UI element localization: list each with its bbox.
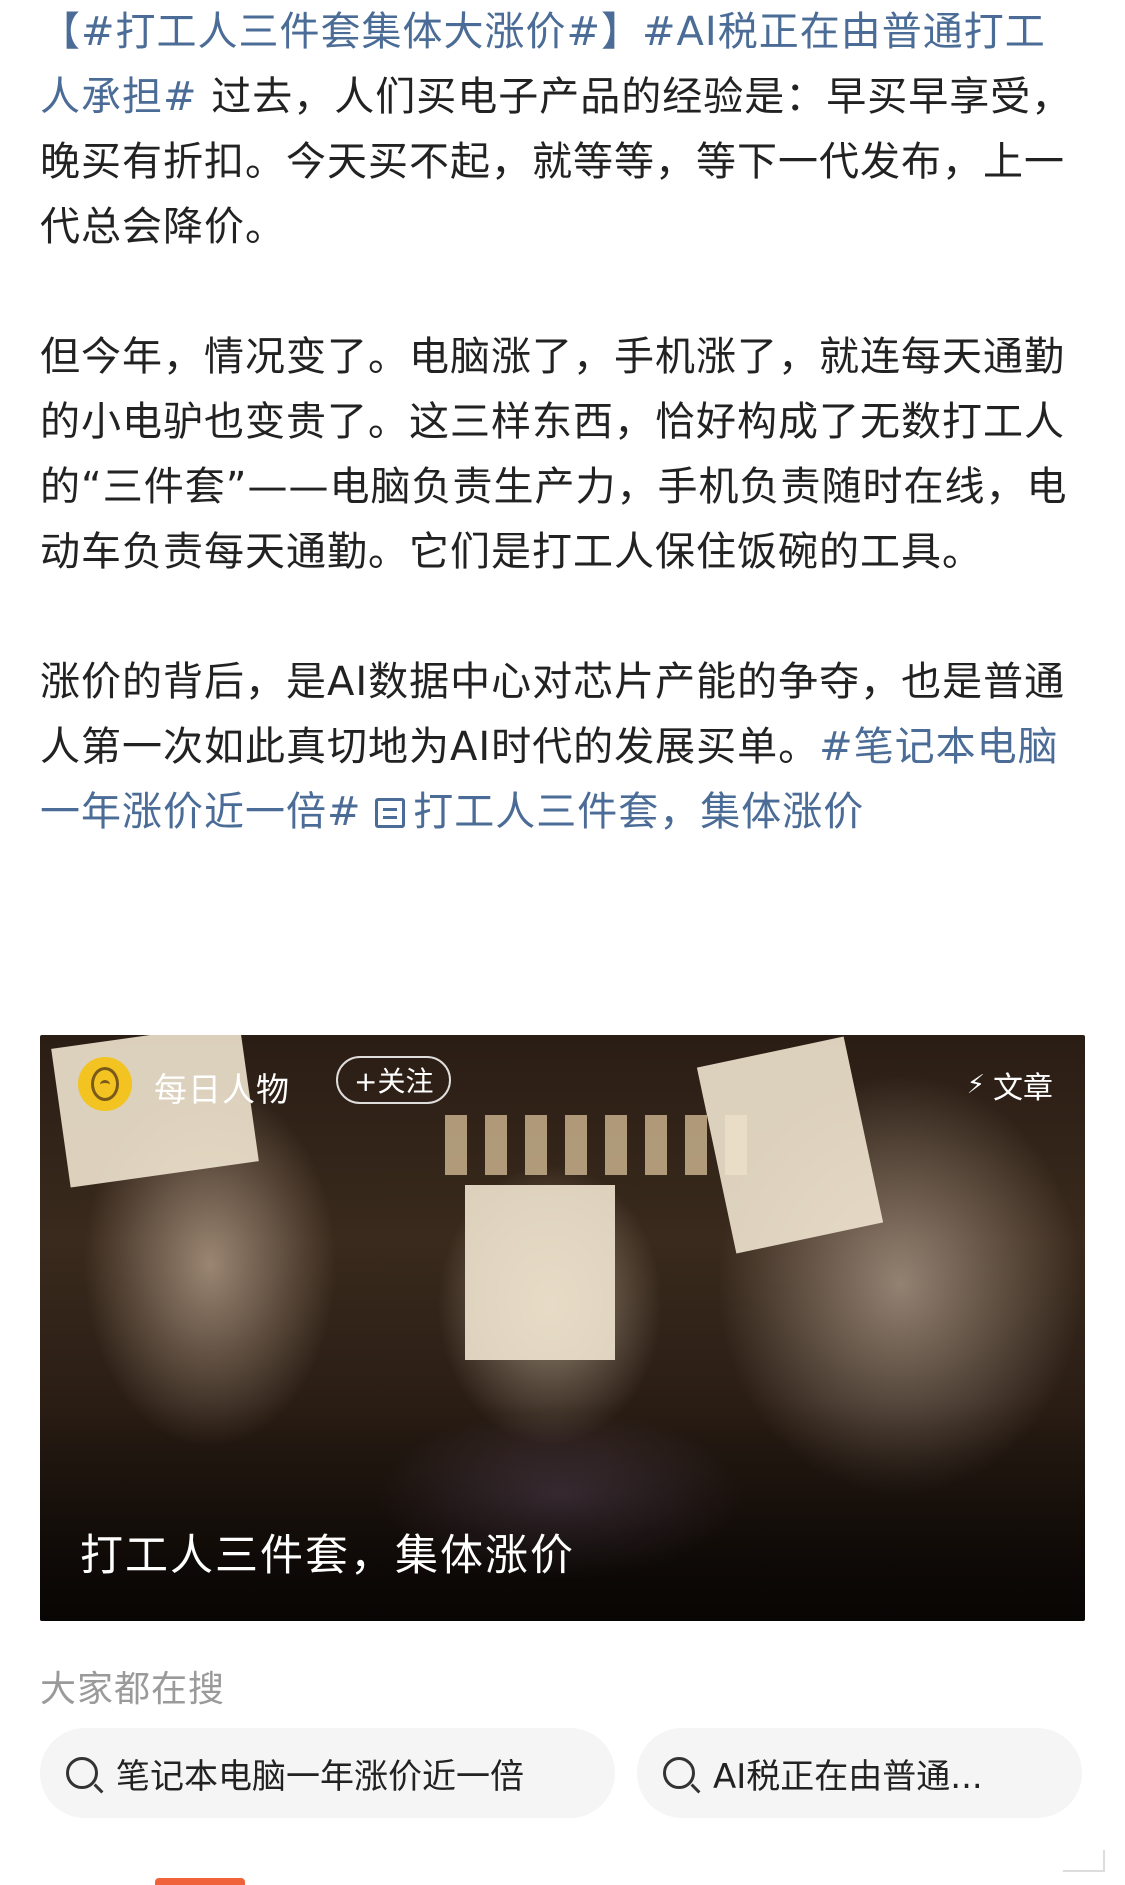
avatar-face-icon (91, 1067, 119, 1101)
corner-decoration (1063, 1850, 1105, 1872)
author-avatar[interactable] (78, 1057, 132, 1111)
card-image-detail (465, 1185, 615, 1360)
article-link-icon (375, 798, 406, 828)
post-paragraph-2: 但今年，情况变了。电脑涨了，手机涨了，就连每天通勤的小电驴也变贵了。这三样东西，… (40, 334, 1068, 575)
post-paragraph-1: 【#打工人三件套集体大涨价#】#AI税正在由普通打工人承担# 过去，人们买电子产… (40, 0, 1080, 260)
author-name[interactable]: 每日人物 (154, 1063, 290, 1111)
search-chip-label: 笔记本电脑一年涨价近一倍 (116, 1756, 524, 1797)
search-chip-label: AI税正在由普通... (713, 1756, 983, 1797)
search-chip[interactable]: AI税正在由普通... (637, 1728, 1082, 1818)
trending-search-heading: 大家都在搜 (40, 1669, 226, 1710)
bottom-tab-indicator (155, 1878, 245, 1885)
lightning-icon: ⚡ (966, 1070, 985, 1100)
article-link[interactable]: 打工人三件套，集体涨价 (375, 789, 864, 835)
article-type-badge: ⚡ 文章 (967, 1063, 1053, 1107)
post-body: 【#打工人三件套集体大涨价#】#AI税正在由普通打工人承担# 过去，人们买电子产… (40, 0, 1080, 845)
search-chip[interactable]: 笔记本电脑一年涨价近一倍 (40, 1728, 615, 1818)
article-link-label: 打工人三件套，集体涨价 (413, 789, 865, 835)
follow-button[interactable]: +关注 (336, 1056, 452, 1104)
card-image-detail (51, 1035, 259, 1188)
topic-tag-price-rise[interactable]: 【#打工人三件套集体大涨价#】 (40, 9, 642, 55)
article-card[interactable]: 每日人物 +关注 ⚡ 文章 打工人三件套，集体涨价 (40, 1035, 1085, 1621)
card-image-shade (40, 1401, 1085, 1621)
post-paragraph-3: 涨价的背后，是AI数据中心对芯片产能的争夺，也是普通人第一次如此真切地为AI时代… (40, 650, 1080, 845)
search-icon (663, 1757, 695, 1789)
article-type-label: 文章 (993, 1071, 1053, 1106)
card-image-detail (696, 1036, 884, 1254)
card-image-detail (445, 1115, 747, 1175)
card-title: 打工人三件套，集体涨价 (80, 1531, 575, 1581)
search-icon (66, 1757, 98, 1789)
